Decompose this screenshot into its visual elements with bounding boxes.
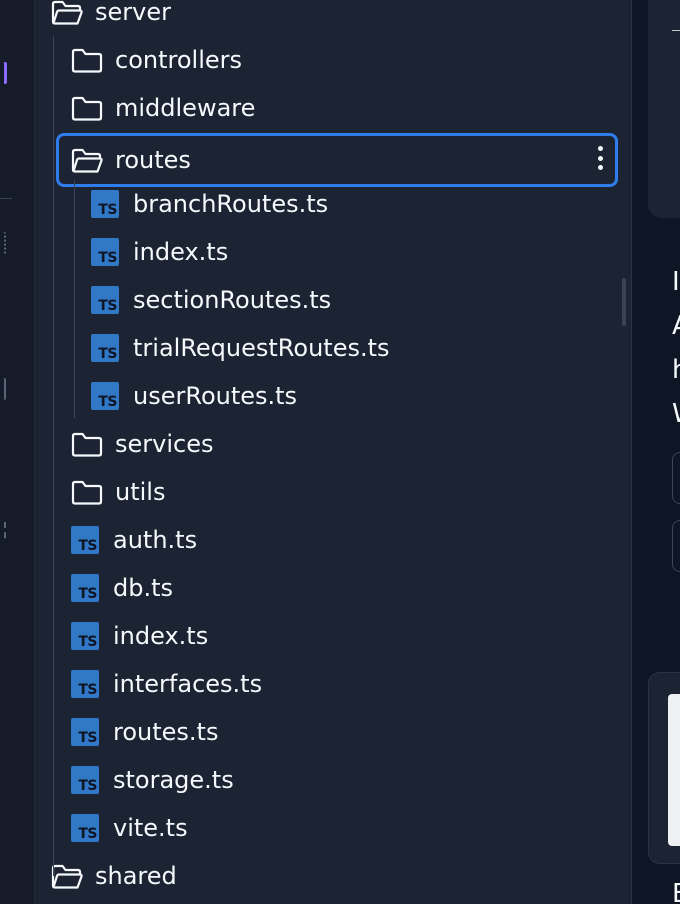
indent-guide-routes [74,180,75,418]
tree-file-row[interactable]: TS index.ts [71,612,208,660]
tree-item-label: sectionRoutes.ts [133,286,332,314]
search-activity-icon[interactable] [0,378,6,400]
typescript-file-icon: TS [71,814,99,842]
tree-folder-row[interactable]: controllers [71,36,242,84]
explorer-activity-icon[interactable] [0,62,7,84]
folder-open-icon [71,147,103,173]
tree-item-label: shared [95,862,177,890]
right-pane-option-1[interactable] [672,452,680,504]
folder-open-icon [51,863,83,889]
tree-item-label: auth.ts [113,526,198,554]
tree-folder-row[interactable]: services [71,420,213,468]
typescript-file-icon: TS [71,766,99,794]
right-pane-bottom-text: E [672,878,680,904]
tree-item-label: controllers [115,46,242,74]
tree-item-label: index.ts [133,238,229,266]
typescript-file-icon: TS [71,574,99,602]
tree-file-row[interactable]: TS branchRoutes.ts [91,180,328,228]
tree-item-label: utils [115,478,166,506]
tree-item-label: branchRoutes.ts [133,190,329,218]
typescript-file-icon: TS [91,334,119,362]
right-pane-option-2[interactable] [672,520,680,572]
activity-bar [0,0,35,904]
typescript-file-icon: TS [71,670,99,698]
right-pane-text-3: h [672,354,680,386]
tree-item-label: routes.ts [113,718,219,746]
right-pane-text-2: A [672,310,680,342]
tree-folder-row[interactable]: routes [56,133,618,187]
folder-open-icon [51,0,83,25]
folder-icon [71,431,103,457]
tree-file-row[interactable]: TS userRoutes.ts [91,372,297,420]
typescript-file-icon: TS [91,238,119,266]
tree-item-label: routes [115,146,191,174]
tree-item-label: index.ts [113,622,209,650]
tree-item-label: middleware [115,94,256,122]
preview-thumbnail [668,694,680,846]
tree-item-label: db.ts [113,574,174,602]
folder-icon [71,47,103,73]
tree-file-row[interactable]: TS trialRequestRoutes.ts [91,324,390,372]
right-pane-card [648,0,680,218]
tree-item-label: trialRequestRoutes.ts [133,334,390,362]
folder-icon [71,479,103,505]
tree-item-label: userRoutes.ts [133,382,298,410]
tree-item-label: vite.ts [113,814,188,842]
tree-file-row[interactable]: TS auth.ts [71,516,197,564]
tree-file-row[interactable]: TS vite.ts [71,804,188,852]
typescript-file-icon: TS [91,382,119,410]
indent-guide-server [53,36,54,876]
file-tree-scrollbar[interactable] [622,278,626,326]
typescript-file-icon: TS [91,286,119,314]
right-pane-dash [672,30,680,31]
right-pane: I A h W E [632,0,680,904]
tree-item-label: server [95,0,171,26]
right-pane-text-1: I [672,267,680,297]
tree-folder-row[interactable]: shared [51,852,177,900]
typescript-file-icon: TS [71,526,99,554]
tree-file-row[interactable]: TS interfaces.ts [71,660,262,708]
typescript-file-icon: TS [71,622,99,650]
right-pane-text-4: W [672,398,680,430]
tree-folder-row[interactable]: utils [71,468,165,516]
tree-item-label: interfaces.ts [113,670,263,698]
tree-file-row[interactable]: TS index.ts [91,228,228,276]
tree-folder-row[interactable]: middleware [71,84,255,132]
tree-file-row[interactable]: TS routes.ts [71,708,218,756]
packages-activity-icon[interactable] [0,520,6,542]
activity-divider [0,198,12,199]
tree-item-label: services [115,430,214,458]
outline-activity-icon[interactable] [0,232,6,254]
typescript-file-icon: TS [71,718,99,746]
tree-file-row[interactable]: TS storage.ts [71,756,234,804]
tree-item-label: storage.ts [113,766,234,794]
typescript-file-icon: TS [91,190,119,218]
tree-file-row[interactable]: TS db.ts [71,564,173,612]
more-options-icon[interactable] [595,144,605,172]
tree-folder-row[interactable]: server [51,0,171,36]
folder-icon [71,95,103,121]
tree-file-row[interactable]: TS sectionRoutes.ts [91,276,331,324]
